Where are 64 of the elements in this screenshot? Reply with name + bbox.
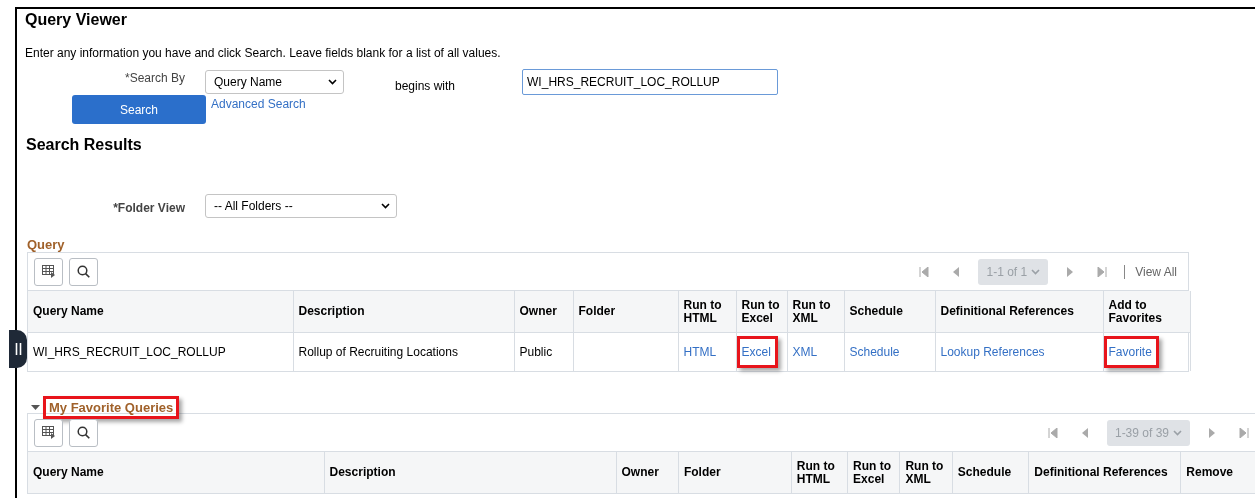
column-header: Owner	[514, 291, 573, 333]
table-cell: Public	[514, 332, 573, 371]
section-title: Query	[27, 237, 65, 252]
chevron-down-icon	[1173, 429, 1182, 436]
table-icon	[41, 265, 56, 278]
search-button[interactable]	[69, 257, 98, 286]
folder-view-dropdown[interactable]: -- All Folders --	[205, 194, 397, 218]
advanced-search-link[interactable]: Advanced Search	[211, 97, 306, 111]
column-header: Remove	[1180, 452, 1255, 493]
table-link[interactable]: HTML	[683, 345, 717, 359]
column-header: Schedule	[844, 291, 935, 333]
search-input-field[interactable]: WI_HRS_RECRUIT_LOC_ROLLUP	[522, 69, 779, 95]
collapse-triangle-icon[interactable]	[31, 403, 40, 412]
table-link[interactable]: Excel	[736, 336, 778, 368]
column-header: Run to HTML	[678, 291, 736, 333]
table-link[interactable]: XML	[792, 345, 818, 359]
table-cell: Rollup of Recruiting Locations	[293, 332, 514, 371]
table-icon	[41, 426, 56, 439]
pause-icon	[14, 343, 22, 355]
table-cell: WI_HRS_RECRUIT_LOC_ROLLUP	[28, 332, 293, 371]
grid-view-button[interactable]	[34, 418, 63, 447]
column-header: Folder	[573, 291, 678, 333]
search-button[interactable]	[69, 418, 98, 447]
column-header: Folder	[678, 452, 792, 493]
search-by-dropdown[interactable]: Query Name	[205, 70, 344, 94]
chevron-down-icon	[328, 79, 337, 85]
column-header: Definitional References	[1028, 452, 1181, 493]
search-button[interactable]: Search	[72, 95, 206, 124]
chevron-down-icon	[1031, 268, 1041, 275]
search-results-heading: Search Results	[26, 136, 142, 154]
table-link[interactable]: Lookup References	[940, 345, 1045, 359]
column-header: Run to Excel	[847, 452, 900, 493]
next-page-icon[interactable]	[1207, 427, 1217, 438]
column-header: Schedule	[952, 452, 1029, 493]
first-page-icon[interactable]	[1047, 427, 1058, 438]
first-page-icon[interactable]	[919, 266, 930, 277]
column-header: Run to Excel	[736, 291, 787, 333]
chevron-down-icon	[381, 203, 390, 209]
column-header: Definitional References	[935, 291, 1103, 333]
operator-label: begins with	[395, 79, 456, 93]
column-header: Add to Favorites	[1103, 291, 1190, 333]
view-all-link[interactable]: View All	[1135, 264, 1177, 279]
search-icon	[77, 265, 90, 278]
instructions-text: Enter any information you have and click Search. Leave fields blank for a list of all values.	[25, 46, 501, 60]
table-link[interactable]: Favorite	[1103, 336, 1159, 368]
panel-handle[interactable]	[9, 330, 27, 368]
column-header: Query Name	[28, 452, 325, 493]
search-by-label: *Search By	[123, 71, 185, 85]
column-header: Run to XML	[899, 452, 953, 493]
column-header: Query Name	[28, 291, 293, 333]
column-header: Run to HTML	[791, 452, 848, 493]
folder-view-label: *Folder View	[112, 201, 185, 215]
search-icon	[77, 426, 90, 439]
previous-page-icon[interactable]	[951, 266, 962, 277]
last-page-icon[interactable]	[1239, 427, 1249, 438]
grid-view-button[interactable]	[34, 257, 63, 286]
page-title: Query Viewer	[25, 10, 127, 29]
section-title[interactable]: My Favorite Queries	[43, 396, 180, 419]
last-page-icon[interactable]	[1097, 266, 1108, 277]
table-link[interactable]: Schedule	[849, 345, 900, 359]
column-header: Description	[324, 452, 617, 493]
column-header: Description	[293, 291, 514, 333]
column-header: Run to XML	[787, 291, 844, 333]
column-header: Owner	[616, 452, 679, 493]
